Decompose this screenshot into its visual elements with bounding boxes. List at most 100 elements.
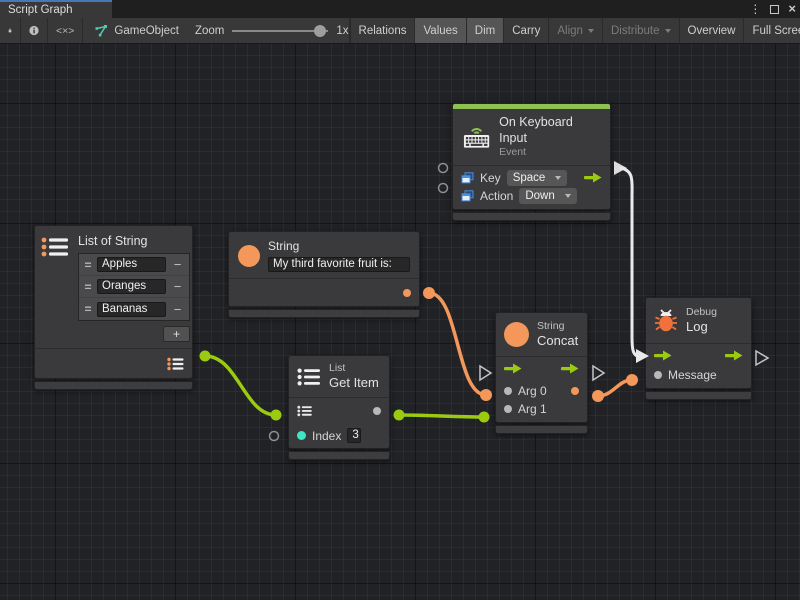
node-footer <box>288 451 390 460</box>
node-on-keyboard-input[interactable]: On Keyboard Input Event Key Space <box>452 103 611 221</box>
list-output-port-icon[interactable] <box>167 357 184 371</box>
remove-item-button[interactable]: − <box>169 302 186 317</box>
graph-toolbar: <×> GameObject Zoom 1x Relations Values … <box>0 18 800 44</box>
index-value-input[interactable]: 3 <box>347 428 361 443</box>
wire-string-to-concat-arg0[interactable] <box>429 293 486 395</box>
fullscreen-button[interactable]: Full Screen <box>744 18 800 43</box>
node-title: Get Item <box>329 375 379 391</box>
carry-toggle[interactable]: Carry <box>504 18 549 43</box>
node-debug-log[interactable]: Debug Log Message <box>645 297 752 400</box>
wire-list-to-getitem[interactable] <box>205 356 276 415</box>
zoom-slider-thumb[interactable] <box>314 25 326 37</box>
script-graph-window: Script Graph ⋮ × <×> <box>0 0 800 600</box>
window-controls: ⋮ × <box>749 0 796 18</box>
list-input-port-icon[interactable] <box>297 405 312 417</box>
drag-handle-icon[interactable]: = <box>82 258 94 272</box>
concat-arg1-input-port[interactable] <box>479 412 490 423</box>
flow-source-port-keyboard[interactable] <box>614 161 627 175</box>
info-button[interactable] <box>21 18 48 43</box>
lock-button[interactable] <box>0 18 21 43</box>
list-item-input[interactable]: Bananas <box>97 302 166 317</box>
node-category: List <box>329 362 379 375</box>
log-flow-output-port[interactable] <box>756 351 768 365</box>
flow-output-arrow-icon[interactable] <box>725 350 743 361</box>
list-icon <box>297 367 321 387</box>
graph-canvas[interactable]: On Keyboard Input Event Key Space <box>0 44 800 600</box>
zoom-slider[interactable] <box>232 25 328 37</box>
tab-script-graph[interactable]: Script Graph <box>0 0 112 18</box>
string-output-port[interactable] <box>403 289 411 297</box>
list-item-row: = Oranges − <box>79 276 189 298</box>
window-menu-icon[interactable]: ⋮ <box>749 0 761 18</box>
getitem-output-port[interactable] <box>394 410 405 421</box>
node-concat[interactable]: String Concat Arg 0 <box>495 312 588 434</box>
flow-input-arrow-icon[interactable] <box>654 350 672 361</box>
drag-handle-icon[interactable]: = <box>82 302 94 316</box>
chevron-down-icon <box>555 176 561 180</box>
port-row-action: Action Down <box>453 187 610 209</box>
node-footer <box>645 391 752 400</box>
node-title: List of String <box>78 234 190 248</box>
chevron-down-icon <box>665 29 671 33</box>
string-output-port[interactable] <box>423 287 435 299</box>
arg1-input-port[interactable] <box>504 405 512 413</box>
list-output-port[interactable] <box>200 351 211 362</box>
keyboard-action-input-port[interactable] <box>439 184 448 193</box>
maximize-icon[interactable] <box>770 5 779 14</box>
message-row: Message <box>646 366 751 388</box>
arg1-label: Arg 1 <box>518 402 547 416</box>
dim-toggle[interactable]: Dim <box>467 18 504 43</box>
wire-flow-keyboard-to-log[interactable] <box>621 168 637 356</box>
node-get-item[interactable]: List Get Item Index 3 <box>288 355 390 460</box>
arg0-input-port[interactable] <box>504 387 512 395</box>
close-icon[interactable]: × <box>788 0 796 18</box>
wire-getitem-to-concat-arg1[interactable] <box>399 415 484 417</box>
node-title: Concat <box>537 333 578 349</box>
key-port-label: Key <box>480 171 501 185</box>
getitem-list-input-port[interactable] <box>271 410 282 421</box>
node-footer <box>495 425 588 434</box>
key-dropdown[interactable]: Space <box>507 170 568 186</box>
action-dropdown[interactable]: Down <box>519 188 576 204</box>
remove-item-button[interactable]: − <box>169 257 186 272</box>
item-output-port[interactable] <box>373 407 381 415</box>
string-value-input[interactable]: My third favorite fruit is: <box>268 257 410 272</box>
log-message-input-port[interactable] <box>626 374 638 386</box>
values-toggle[interactable]: Values <box>415 18 466 43</box>
concat-arg0-input-port[interactable] <box>480 389 492 401</box>
chevron-down-icon <box>588 29 594 33</box>
node-list-of-string[interactable]: List of String = Apples − = Oranges − <box>34 225 193 390</box>
code-view-button[interactable]: <×> <box>48 18 83 43</box>
list-item-input[interactable]: Apples <box>97 257 166 272</box>
node-footer <box>452 212 611 221</box>
getitem-index-input-port[interactable] <box>270 432 279 441</box>
result-output-port[interactable] <box>571 387 579 395</box>
keyboard-input-icon <box>462 125 491 149</box>
distribute-dropdown[interactable]: Distribute <box>603 18 680 43</box>
flow-input-arrow-icon[interactable] <box>504 363 522 374</box>
concat-result-port[interactable] <box>592 390 604 402</box>
drag-handle-icon[interactable]: = <box>82 280 94 294</box>
align-dropdown[interactable]: Align <box>549 18 603 43</box>
node-title: Log <box>686 319 717 335</box>
gameobject-reference[interactable]: GameObject <box>83 18 189 43</box>
relations-toggle[interactable]: Relations <box>350 18 416 43</box>
arg1-row: Arg 1 <box>496 401 587 422</box>
flow-output-arrow-icon[interactable] <box>584 172 602 183</box>
flow-output-arrow-icon[interactable] <box>561 363 579 374</box>
overview-button[interactable]: Overview <box>680 18 745 43</box>
add-item-button[interactable]: + <box>163 326 190 342</box>
concat-flow-input-port[interactable] <box>480 366 491 380</box>
remove-item-button[interactable]: − <box>169 279 186 294</box>
string-type-icon <box>238 245 260 267</box>
node-subtitle: Event <box>499 146 601 159</box>
wire-concat-to-log-message[interactable] <box>598 380 632 396</box>
bug-icon <box>654 308 678 333</box>
keyboard-key-input-port[interactable] <box>439 164 448 173</box>
message-input-port[interactable] <box>654 371 662 379</box>
chevron-down-icon <box>565 194 571 198</box>
list-item-input[interactable]: Oranges <box>97 279 166 294</box>
node-string-literal[interactable]: String My third favorite fruit is: <box>228 231 420 318</box>
index-input-port[interactable] <box>297 431 306 440</box>
concat-flow-output-port[interactable] <box>593 366 604 380</box>
